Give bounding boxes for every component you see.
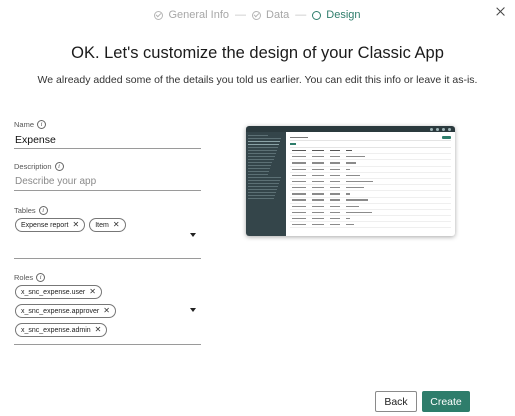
info-icon[interactable]: i [36, 273, 46, 282]
info-icon[interactable]: i [54, 162, 64, 171]
chevron-down-icon[interactable] [190, 233, 196, 237]
app-preview-thumbnail [246, 126, 455, 236]
wizard-stepper: General Info — Data — Design [0, 9, 515, 21]
page-title: OK. Let's customize the design of your C… [71, 44, 444, 62]
name-field[interactable]: Expense [14, 131, 201, 149]
check-circle-icon [252, 10, 262, 20]
remove-icon[interactable]: ✕ [72, 221, 79, 229]
remove-icon[interactable]: ✕ [103, 307, 110, 315]
chip-label: Item [95, 221, 109, 229]
chip-label: x_snc_expense.admin [21, 326, 91, 334]
chevron-down-icon[interactable] [190, 308, 196, 312]
name-value[interactable]: Expense [14, 131, 201, 148]
description-field[interactable] [14, 171, 201, 191]
step-separator: — [295, 9, 307, 21]
tables-select[interactable]: Expense report ✕ Item ✕ [14, 215, 201, 259]
remove-icon[interactable]: ✕ [113, 221, 120, 229]
app-details-form: Name i Expense Description i Tables i Ex… [14, 120, 201, 345]
table-chip: Item ✕ [89, 218, 126, 232]
create-button[interactable]: Create [422, 391, 470, 412]
tables-chips: Expense report ✕ Item ✕ [15, 218, 185, 232]
name-label-row: Name i [14, 120, 201, 129]
roles-label-row: Roles i [14, 273, 201, 282]
chip-label: Expense report [21, 221, 69, 229]
description-label-row: Description i [14, 162, 201, 171]
back-button[interactable]: Back [375, 391, 417, 412]
preview-main [286, 132, 455, 236]
step-general-info: General Info [154, 9, 229, 21]
description-label: Description [14, 162, 52, 171]
roles-chips: x_snc_expense.user ✕ x_snc_expense.appro… [15, 285, 185, 337]
info-icon[interactable]: i [38, 206, 48, 215]
step-label: Design [326, 9, 361, 21]
step-data: Data [252, 9, 289, 21]
roles-label: Roles [14, 273, 34, 282]
role-chip: x_snc_expense.user ✕ [15, 285, 102, 299]
preview-body [246, 132, 455, 236]
chip-label: x_snc_expense.approver [21, 307, 100, 315]
step-label: General Info [168, 9, 230, 21]
circle-icon [312, 10, 322, 20]
info-icon[interactable]: i [37, 120, 47, 129]
close-icon[interactable] [494, 5, 508, 19]
step-design: Design [312, 9, 361, 21]
table-chip: Expense report ✕ [15, 218, 86, 232]
remove-icon[interactable]: ✕ [95, 326, 102, 334]
chip-label: x_snc_expense.user [21, 288, 86, 296]
role-chip: x_snc_expense.admin ✕ [15, 323, 108, 337]
preview-tabs [290, 141, 451, 148]
remove-icon[interactable]: ✕ [89, 288, 96, 296]
check-circle-icon [154, 10, 164, 20]
tables-label-row: Tables i [14, 206, 201, 215]
page-subtitle: We already added some of the details you… [37, 74, 478, 86]
description-input[interactable] [14, 172, 201, 190]
roles-select[interactable]: x_snc_expense.user ✕ x_snc_expense.appro… [14, 282, 201, 345]
name-label: Name [14, 120, 35, 129]
preview-rows [290, 148, 451, 229]
step-separator: — [235, 9, 247, 21]
preview-sidebar [246, 132, 286, 236]
step-label: Data [266, 9, 290, 21]
role-chip: x_snc_expense.approver ✕ [15, 304, 116, 318]
tables-label: Tables [14, 206, 36, 215]
